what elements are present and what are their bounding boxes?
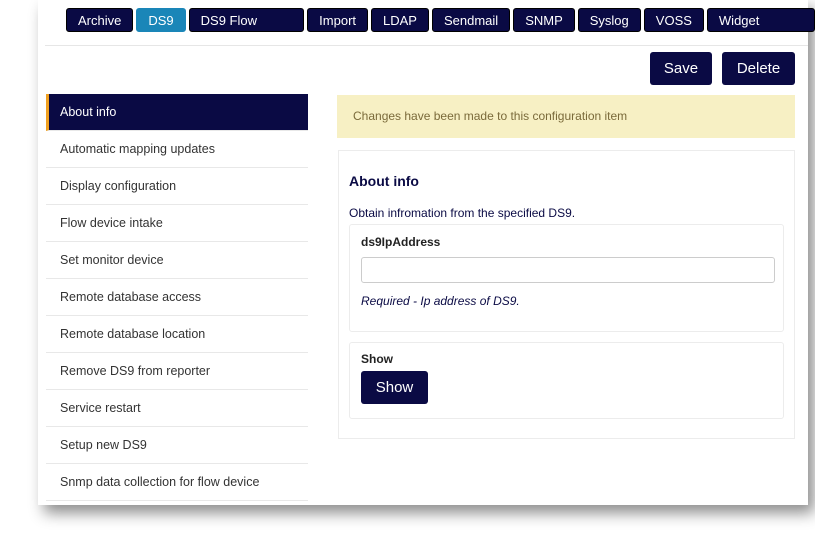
tab-widget-resources[interactable]: Widget Resources xyxy=(706,8,815,52)
ip-field-hint: Required - Ip address of DS9. xyxy=(361,294,520,308)
ip-field-label: ds9IpAddress xyxy=(361,235,441,249)
config-card: About info Obtain infromation from the s… xyxy=(338,150,795,439)
section-title: About info xyxy=(349,173,419,189)
sidebar-item-flow-device-intake[interactable]: Flow device intake xyxy=(46,205,308,242)
sidebar-item-remote-database-location[interactable]: Remote database location xyxy=(46,316,308,353)
sidebar-item-service-restart[interactable]: Service restart xyxy=(46,390,308,427)
tab-ldap[interactable]: LDAP xyxy=(371,8,429,32)
sidebar: About info Automatic mapping updates Dis… xyxy=(46,94,308,501)
sidebar-item-about-info[interactable]: About info xyxy=(46,94,308,131)
tab-snmp[interactable]: SNMP xyxy=(513,8,575,32)
tab-import[interactable]: Import xyxy=(307,8,369,32)
sidebar-item-remove-ds9[interactable]: Remove DS9 from reporter xyxy=(46,353,308,390)
show-group: Show Show xyxy=(349,342,784,419)
sidebar-item-setup-new-ds9[interactable]: Setup new DS9 xyxy=(46,427,308,464)
tab-sendmail[interactable]: Sendmail xyxy=(431,8,511,32)
section-description: Obtain infromation from the specified DS… xyxy=(349,206,576,220)
tab-ds9-flow-summary[interactable]: DS9 Flow Summary xyxy=(188,8,305,52)
tab-voss[interactable]: VOSS xyxy=(643,8,704,32)
tab-ds9[interactable]: DS9 xyxy=(136,8,186,32)
changes-banner: Changes have been made to this configura… xyxy=(337,95,795,138)
save-button[interactable]: Save xyxy=(650,52,712,85)
sidebar-item-automatic-mapping-updates[interactable]: Automatic mapping updates xyxy=(46,131,308,168)
sidebar-item-snmp-data-collection[interactable]: Snmp data collection for flow device xyxy=(46,464,308,501)
sidebar-item-set-monitor-device[interactable]: Set monitor device xyxy=(46,242,308,279)
ds9-ip-address-input[interactable] xyxy=(361,257,775,283)
tab-archive[interactable]: Archive xyxy=(66,8,134,32)
ip-field-group: ds9IpAddress Required - Ip address of DS… xyxy=(349,224,784,332)
divider xyxy=(45,45,808,46)
delete-button[interactable]: Delete xyxy=(722,52,795,85)
sidebar-item-remote-database-access[interactable]: Remote database access xyxy=(46,279,308,316)
show-label: Show xyxy=(361,352,393,366)
show-button[interactable]: Show xyxy=(361,371,428,404)
tab-syslog[interactable]: Syslog xyxy=(577,8,641,32)
sidebar-item-display-configuration[interactable]: Display configuration xyxy=(46,168,308,205)
tab-bar: Archive DS9 DS9 Flow Summary Import LDAP… xyxy=(66,8,815,52)
